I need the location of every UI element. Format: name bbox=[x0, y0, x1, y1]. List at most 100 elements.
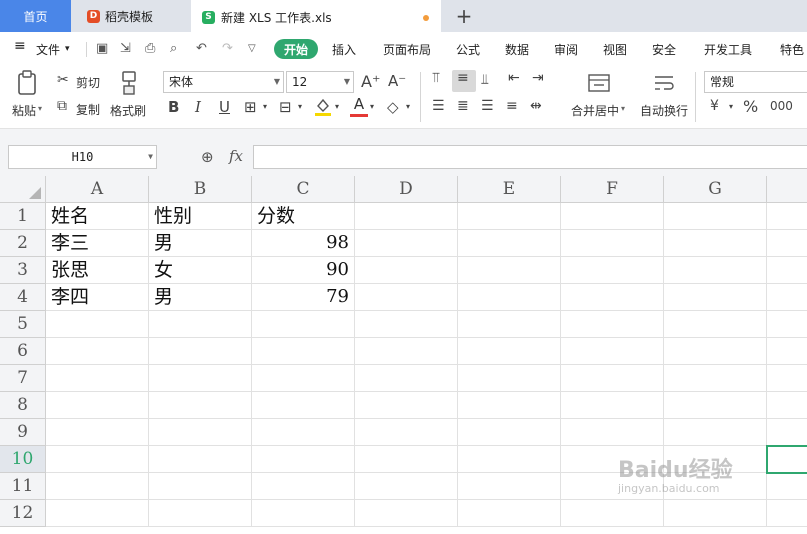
format-painter-button[interactable]: 格式刷 bbox=[110, 102, 146, 119]
export-icon[interactable]: ⇲ bbox=[120, 41, 131, 56]
cell[interactable] bbox=[664, 419, 767, 446]
align-middle-icon[interactable]: ≡ bbox=[457, 70, 469, 86]
cell[interactable] bbox=[767, 500, 807, 527]
format-painter-icon[interactable] bbox=[118, 70, 140, 96]
cell[interactable] bbox=[46, 446, 149, 473]
cell[interactable] bbox=[561, 230, 664, 257]
cell[interactable]: 79 bbox=[252, 284, 355, 311]
increase-indent-icon[interactable]: ⇥ bbox=[532, 70, 544, 86]
active-cell-selection[interactable] bbox=[766, 445, 807, 474]
formula-input[interactable] bbox=[253, 145, 807, 169]
cell[interactable] bbox=[664, 284, 767, 311]
hamburger-icon[interactable]: ≡ bbox=[14, 38, 26, 54]
cell[interactable] bbox=[664, 338, 767, 365]
menu-security[interactable]: 安全 bbox=[652, 41, 676, 58]
row-header-4[interactable]: 4 bbox=[0, 284, 46, 311]
cell[interactable] bbox=[561, 392, 664, 419]
cell[interactable] bbox=[458, 338, 561, 365]
select-all-corner[interactable] bbox=[0, 176, 46, 203]
chevron-down-icon[interactable]: ▾ bbox=[729, 102, 733, 111]
cell[interactable] bbox=[252, 311, 355, 338]
cell[interactable]: 90 bbox=[252, 257, 355, 284]
column-header-f[interactable]: F bbox=[561, 176, 664, 203]
column-header-d[interactable]: D bbox=[355, 176, 458, 203]
menu-developer-tools[interactable]: 开发工具 bbox=[704, 41, 752, 58]
cell[interactable] bbox=[561, 203, 664, 230]
cell[interactable] bbox=[561, 338, 664, 365]
cell[interactable] bbox=[458, 203, 561, 230]
row-header-1[interactable]: 1 bbox=[0, 203, 46, 230]
percent-button[interactable]: % bbox=[743, 97, 758, 116]
decrease-font-icon[interactable]: A⁻ bbox=[388, 72, 406, 90]
cell[interactable]: 女 bbox=[149, 257, 252, 284]
clear-format-icon[interactable]: ◇ bbox=[387, 98, 399, 116]
chevron-down-icon[interactable]: ▾ bbox=[370, 102, 374, 111]
cell[interactable] bbox=[355, 311, 458, 338]
menu-page-layout[interactable]: 页面布局 bbox=[383, 41, 431, 58]
bold-button[interactable]: B bbox=[168, 98, 179, 116]
cell[interactable] bbox=[561, 311, 664, 338]
paste-chevron-icon[interactable]: ▾ bbox=[38, 104, 42, 113]
cell[interactable] bbox=[767, 365, 807, 392]
cell[interactable] bbox=[561, 257, 664, 284]
cell[interactable] bbox=[355, 500, 458, 527]
cell[interactable] bbox=[458, 473, 561, 500]
cell[interactable] bbox=[767, 311, 807, 338]
cell[interactable] bbox=[355, 284, 458, 311]
cell[interactable]: 李四 bbox=[46, 284, 149, 311]
cell[interactable] bbox=[561, 419, 664, 446]
cell[interactable] bbox=[664, 311, 767, 338]
row-header-2[interactable]: 2 bbox=[0, 230, 46, 257]
wrap-text-button[interactable]: 自动换行 bbox=[640, 102, 688, 119]
cell[interactable] bbox=[458, 365, 561, 392]
cell[interactable] bbox=[252, 446, 355, 473]
distributed-icon[interactable]: ⇹ bbox=[530, 98, 542, 114]
cell[interactable] bbox=[46, 338, 149, 365]
number-format-select[interactable]: 常规 bbox=[704, 71, 807, 93]
align-bottom-icon[interactable]: ⫫ bbox=[481, 72, 489, 88]
cell[interactable] bbox=[767, 230, 807, 257]
tab-home[interactable]: 首页 bbox=[0, 0, 71, 32]
align-top-icon[interactable]: ⫪ bbox=[432, 70, 440, 86]
cell[interactable] bbox=[149, 338, 252, 365]
font-size-select[interactable]: 12 ▼ bbox=[286, 71, 354, 93]
menu-features[interactable]: 特色 bbox=[780, 41, 804, 58]
chevron-down-icon[interactable]: ▾ bbox=[65, 44, 70, 54]
column-header-g[interactable]: G bbox=[664, 176, 767, 203]
tab-daoke-templates[interactable]: D 稻壳模板 bbox=[73, 0, 189, 32]
row-header-9[interactable]: 9 bbox=[0, 419, 46, 446]
cell-style-icon[interactable]: ⊟ bbox=[279, 98, 292, 116]
italic-button[interactable]: I bbox=[195, 98, 201, 116]
cell[interactable] bbox=[46, 365, 149, 392]
cell[interactable] bbox=[149, 311, 252, 338]
cell[interactable]: 男 bbox=[149, 284, 252, 311]
paste-label[interactable]: 粘贴 bbox=[12, 102, 36, 119]
cell[interactable] bbox=[149, 365, 252, 392]
menu-data[interactable]: 数据 bbox=[505, 41, 529, 58]
cell[interactable]: 姓名 bbox=[46, 203, 149, 230]
menu-review[interactable]: 审阅 bbox=[554, 41, 578, 58]
cell[interactable]: 李三 bbox=[46, 230, 149, 257]
row-header-11[interactable]: 11 bbox=[0, 473, 46, 500]
cell[interactable] bbox=[355, 446, 458, 473]
menu-start[interactable]: 开始 bbox=[274, 39, 318, 59]
cell[interactable] bbox=[355, 257, 458, 284]
undo-icon[interactable]: ↶ bbox=[196, 41, 207, 56]
cell[interactable] bbox=[664, 203, 767, 230]
wrap-text-icon[interactable] bbox=[652, 72, 676, 94]
menu-formulas[interactable]: 公式 bbox=[456, 41, 480, 58]
quick-access-more-icon[interactable]: ▽ bbox=[248, 43, 256, 54]
merge-center-icon[interactable] bbox=[587, 72, 611, 94]
column-header-a[interactable]: A bbox=[46, 176, 149, 203]
row-header-5[interactable]: 5 bbox=[0, 311, 46, 338]
cell[interactable] bbox=[149, 419, 252, 446]
row-header-12[interactable]: 12 bbox=[0, 500, 46, 527]
cell[interactable] bbox=[664, 500, 767, 527]
cell[interactable]: 性别 bbox=[149, 203, 252, 230]
cell[interactable] bbox=[149, 500, 252, 527]
fx-icon[interactable]: fx bbox=[229, 147, 243, 165]
cell[interactable] bbox=[355, 338, 458, 365]
cell[interactable] bbox=[458, 284, 561, 311]
print-preview-icon[interactable]: ⌕ bbox=[170, 41, 177, 56]
cell[interactable] bbox=[252, 338, 355, 365]
